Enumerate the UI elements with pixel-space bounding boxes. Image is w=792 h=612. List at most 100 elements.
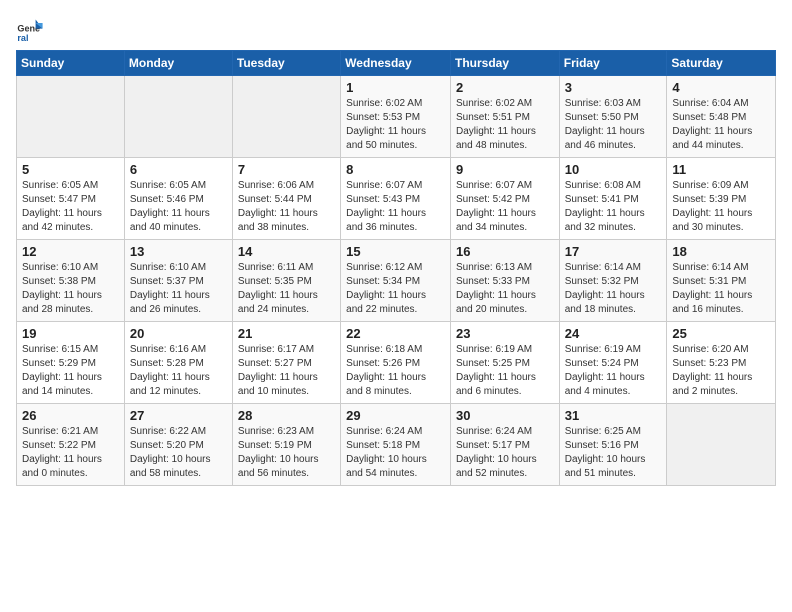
calendar-cell: 4 Sunrise: 6:04 AM Sunset: 5:48 PM Daylig… [667, 76, 776, 158]
day-info: Sunrise: 6:04 AM Sunset: 5:48 PM Dayligh… [672, 97, 770, 153]
day-info: Sunrise: 6:10 AM Sunset: 5:38 PM Dayligh… [22, 261, 119, 317]
day-number: 19 [22, 326, 119, 341]
calendar-cell: 30 Sunrise: 6:24 AM Sunset: 5:17 PM Dayli… [450, 404, 559, 486]
calendar-cell: 11Sunrise: 6:09 AM Sunset: 5:39 PM Dayli… [667, 158, 776, 240]
day-info: Sunrise: 6:22 AM Sunset: 5:20 PM Dayligh… [130, 425, 227, 481]
day-info: Sunrise: 6:02 AM Sunset: 5:53 PM Dayligh… [346, 97, 445, 153]
weekday-header-wednesday: Wednesday [341, 51, 451, 76]
day-info: Sunrise: 6:09 AM Sunset: 5:39 PM Dayligh… [672, 179, 770, 235]
day-info: Sunrise: 6:13 AM Sunset: 5:33 PM Dayligh… [456, 261, 554, 317]
day-info: Sunrise: 6:11 AM Sunset: 5:35 PM Dayligh… [238, 261, 335, 317]
day-number: 10 [565, 162, 662, 177]
day-info: Sunrise: 6:18 AM Sunset: 5:26 PM Dayligh… [346, 343, 445, 399]
calendar-cell: 22 Sunrise: 6:18 AM Sunset: 5:26 PM Dayli… [341, 322, 451, 404]
day-number: 14 [238, 244, 335, 259]
calendar-cell: 19 Sunrise: 6:15 AM Sunset: 5:29 PM Dayli… [17, 322, 125, 404]
day-number: 7 [238, 162, 335, 177]
day-number: 20 [130, 326, 227, 341]
calendar-cell [17, 76, 125, 158]
calendar-cell: 13 Sunrise: 6:10 AM Sunset: 5:37 PM Dayli… [124, 240, 232, 322]
day-info: Sunrise: 6:12 AM Sunset: 5:34 PM Dayligh… [346, 261, 445, 317]
day-number: 22 [346, 326, 445, 341]
calendar-cell: 31Sunrise: 6:25 AM Sunset: 5:16 PM Dayli… [559, 404, 667, 486]
week-row-1: 1 Sunrise: 6:02 AM Sunset: 5:53 PM Daylig… [17, 76, 776, 158]
day-number: 31 [565, 408, 662, 423]
day-number: 4 [672, 80, 770, 95]
calendar-cell: 26 Sunrise: 6:21 AM Sunset: 5:22 PM Dayli… [17, 404, 125, 486]
day-number: 21 [238, 326, 335, 341]
header: Gene ral [16, 16, 776, 44]
calendar-cell [232, 76, 340, 158]
day-info: Sunrise: 6:10 AM Sunset: 5:37 PM Dayligh… [130, 261, 227, 317]
day-number: 16 [456, 244, 554, 259]
calendar-cell: 12 Sunrise: 6:10 AM Sunset: 5:38 PM Dayli… [17, 240, 125, 322]
calendar-cell: 8Sunrise: 6:07 AM Sunset: 5:43 PM Daylig… [341, 158, 451, 240]
weekday-header-tuesday: Tuesday [232, 51, 340, 76]
weekday-header-row: SundayMondayTuesdayWednesdayThursdayFrid… [17, 51, 776, 76]
day-info: Sunrise: 6:02 AM Sunset: 5:51 PM Dayligh… [456, 97, 554, 153]
day-number: 15 [346, 244, 445, 259]
day-info: Sunrise: 6:24 AM Sunset: 5:17 PM Dayligh… [456, 425, 554, 481]
calendar-cell: 21Sunrise: 6:17 AM Sunset: 5:27 PM Dayli… [232, 322, 340, 404]
day-number: 25 [672, 326, 770, 341]
logo: Gene ral [16, 16, 46, 44]
day-number: 13 [130, 244, 227, 259]
calendar-cell: 25 Sunrise: 6:20 AM Sunset: 5:23 PM Dayli… [667, 322, 776, 404]
calendar-cell: 1 Sunrise: 6:02 AM Sunset: 5:53 PM Daylig… [341, 76, 451, 158]
calendar-cell: 23Sunrise: 6:19 AM Sunset: 5:25 PM Dayli… [450, 322, 559, 404]
day-info: Sunrise: 6:23 AM Sunset: 5:19 PM Dayligh… [238, 425, 335, 481]
calendar-cell: 6Sunrise: 6:05 AM Sunset: 5:46 PM Daylig… [124, 158, 232, 240]
calendar-cell: 10 Sunrise: 6:08 AM Sunset: 5:41 PM Dayli… [559, 158, 667, 240]
week-row-3: 12 Sunrise: 6:10 AM Sunset: 5:38 PM Dayli… [17, 240, 776, 322]
day-info: Sunrise: 6:15 AM Sunset: 5:29 PM Dayligh… [22, 343, 119, 399]
day-info: Sunrise: 6:16 AM Sunset: 5:28 PM Dayligh… [130, 343, 227, 399]
day-info: Sunrise: 6:05 AM Sunset: 5:46 PM Dayligh… [130, 179, 227, 235]
day-info: Sunrise: 6:19 AM Sunset: 5:24 PM Dayligh… [565, 343, 662, 399]
page-container: Gene ral SundayMondayTuesdayWednesdayThu… [0, 0, 792, 496]
weekday-header-monday: Monday [124, 51, 232, 76]
calendar-cell [667, 404, 776, 486]
day-info: Sunrise: 6:20 AM Sunset: 5:23 PM Dayligh… [672, 343, 770, 399]
calendar-cell: 9 Sunrise: 6:07 AM Sunset: 5:42 PM Daylig… [450, 158, 559, 240]
day-number: 28 [238, 408, 335, 423]
week-row-4: 19 Sunrise: 6:15 AM Sunset: 5:29 PM Dayli… [17, 322, 776, 404]
day-number: 30 [456, 408, 554, 423]
day-info: Sunrise: 6:05 AM Sunset: 5:47 PM Dayligh… [22, 179, 119, 235]
week-row-5: 26 Sunrise: 6:21 AM Sunset: 5:22 PM Dayli… [17, 404, 776, 486]
day-info: Sunrise: 6:24 AM Sunset: 5:18 PM Dayligh… [346, 425, 445, 481]
calendar-cell: 3Sunrise: 6:03 AM Sunset: 5:50 PM Daylig… [559, 76, 667, 158]
day-info: Sunrise: 6:14 AM Sunset: 5:31 PM Dayligh… [672, 261, 770, 317]
day-number: 1 [346, 80, 445, 95]
weekday-header-friday: Friday [559, 51, 667, 76]
calendar-table: SundayMondayTuesdayWednesdayThursdayFrid… [16, 50, 776, 486]
day-info: Sunrise: 6:08 AM Sunset: 5:41 PM Dayligh… [565, 179, 662, 235]
day-number: 26 [22, 408, 119, 423]
calendar-cell [124, 76, 232, 158]
day-info: Sunrise: 6:07 AM Sunset: 5:43 PM Dayligh… [346, 179, 445, 235]
calendar-cell: 24 Sunrise: 6:19 AM Sunset: 5:24 PM Dayli… [559, 322, 667, 404]
week-row-2: 5Sunrise: 6:05 AM Sunset: 5:47 PM Daylig… [17, 158, 776, 240]
calendar-cell: 14 Sunrise: 6:11 AM Sunset: 5:35 PM Dayli… [232, 240, 340, 322]
calendar-cell: 20 Sunrise: 6:16 AM Sunset: 5:28 PM Dayli… [124, 322, 232, 404]
calendar-cell: 29 Sunrise: 6:24 AM Sunset: 5:18 PM Dayli… [341, 404, 451, 486]
svg-text:ral: ral [17, 33, 28, 43]
calendar-cell: 16 Sunrise: 6:13 AM Sunset: 5:33 PM Dayli… [450, 240, 559, 322]
calendar-cell: 28 Sunrise: 6:23 AM Sunset: 5:19 PM Dayli… [232, 404, 340, 486]
calendar-cell: 7 Sunrise: 6:06 AM Sunset: 5:44 PM Daylig… [232, 158, 340, 240]
weekday-header-saturday: Saturday [667, 51, 776, 76]
day-info: Sunrise: 6:14 AM Sunset: 5:32 PM Dayligh… [565, 261, 662, 317]
day-number: 9 [456, 162, 554, 177]
day-info: Sunrise: 6:21 AM Sunset: 5:22 PM Dayligh… [22, 425, 119, 481]
calendar-cell: 18Sunrise: 6:14 AM Sunset: 5:31 PM Dayli… [667, 240, 776, 322]
calendar-cell: 15 Sunrise: 6:12 AM Sunset: 5:34 PM Dayli… [341, 240, 451, 322]
day-number: 12 [22, 244, 119, 259]
calendar-cell: 17Sunrise: 6:14 AM Sunset: 5:32 PM Dayli… [559, 240, 667, 322]
day-number: 23 [456, 326, 554, 341]
day-number: 29 [346, 408, 445, 423]
day-info: Sunrise: 6:07 AM Sunset: 5:42 PM Dayligh… [456, 179, 554, 235]
day-info: Sunrise: 6:06 AM Sunset: 5:44 PM Dayligh… [238, 179, 335, 235]
weekday-header-sunday: Sunday [17, 51, 125, 76]
day-number: 3 [565, 80, 662, 95]
day-number: 24 [565, 326, 662, 341]
calendar-cell: 27Sunrise: 6:22 AM Sunset: 5:20 PM Dayli… [124, 404, 232, 486]
